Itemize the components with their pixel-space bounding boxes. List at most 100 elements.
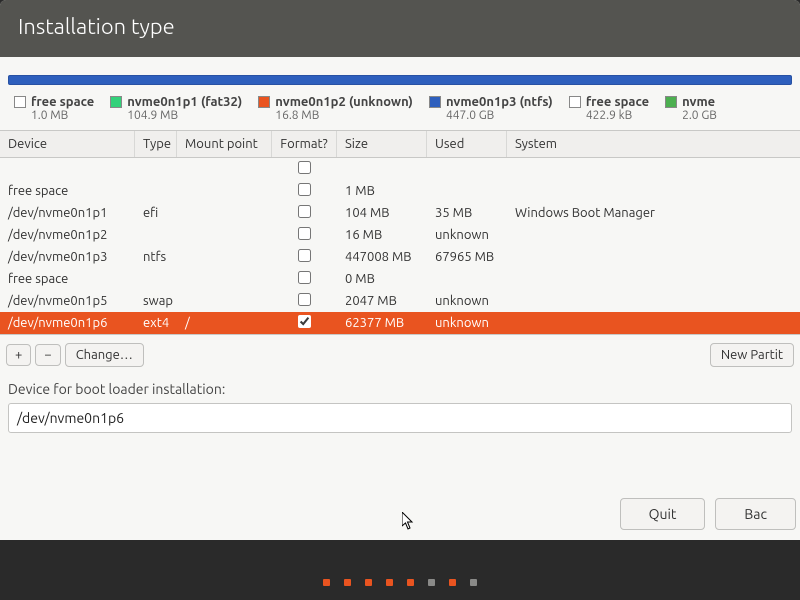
page-title: Installation type: [0, 0, 800, 57]
legend-item[interactable]: free space1.0 MB: [14, 95, 104, 122]
col-size[interactable]: Size: [337, 131, 427, 157]
legend-label: nvme: [682, 95, 715, 109]
partition-toolbar: + − Change… New Partit: [0, 335, 800, 375]
legend-item[interactable]: nvme0n1p2 (unknown)16.8 MB: [258, 95, 423, 122]
bootloader-device-combo[interactable]: /dev/nvme0n1p6: [8, 403, 792, 433]
add-partition-button[interactable]: +: [6, 344, 31, 366]
table-row[interactable]: /dev/nvme0n1p5swap2047 MBunknown: [0, 290, 800, 312]
back-button[interactable]: Bac: [715, 498, 796, 530]
table-row[interactable]: /dev/nvme0n1p216 MBunknown: [0, 224, 800, 246]
cell-device: /dev/nvme0n1p2: [0, 226, 135, 244]
table-row[interactable]: /dev/nvme0n1p1efi104 MB35 MBWindows Boot…: [0, 202, 800, 224]
legend-size: 2.0 GB: [665, 109, 717, 122]
dock-dot: [365, 579, 372, 586]
format-checkbox[interactable]: [298, 315, 311, 328]
col-mountpoint[interactable]: Mount point: [177, 131, 272, 157]
col-system[interactable]: System: [507, 131, 800, 157]
dock-dot: [470, 579, 477, 586]
cell-mount: [177, 255, 272, 259]
cell-size: 2047 MB: [337, 292, 427, 310]
cell-mount: [177, 211, 272, 215]
dock-dot: [386, 579, 393, 586]
cell-device: [0, 167, 135, 171]
cell-mount: [177, 233, 272, 237]
cell-type: [135, 233, 177, 237]
new-partition-table-button[interactable]: New Partit: [710, 343, 794, 367]
legend-item[interactable]: nvme2.0 GB: [665, 95, 727, 122]
table-row[interactable]: /dev/nvme0n1p6ext4/62377 MBunknown: [0, 312, 800, 334]
legend-swatch-icon: [665, 96, 677, 108]
cell-format: [272, 269, 337, 289]
col-used[interactable]: Used: [427, 131, 507, 157]
legend-size: 422.9 kB: [569, 109, 649, 122]
table-row[interactable]: free space0 MB: [0, 268, 800, 290]
cell-device: /dev/nvme0n1p5: [0, 292, 135, 310]
cell-format: [272, 159, 337, 179]
format-checkbox[interactable]: [298, 161, 311, 174]
legend-swatch-icon: [14, 96, 26, 108]
legend-size: 104.9 MB: [110, 109, 242, 122]
cell-device: free space: [0, 270, 135, 288]
change-partition-button[interactable]: Change…: [65, 343, 144, 367]
legend-size: 1.0 MB: [14, 109, 94, 122]
cell-used: 67965 MB: [427, 248, 507, 266]
format-checkbox[interactable]: [298, 205, 311, 218]
legend-label: nvme0n1p1 (fat32): [127, 95, 242, 109]
cell-format: [272, 203, 337, 223]
cell-system: [507, 167, 800, 171]
legend-swatch-icon: [110, 96, 122, 108]
cell-system: [507, 321, 800, 325]
cell-format: [272, 247, 337, 267]
partition-legend: free space1.0 MBnvme0n1p1 (fat32)104.9 M…: [6, 95, 794, 122]
cell-mount: [177, 299, 272, 303]
cell-mount: /: [177, 314, 272, 332]
format-checkbox[interactable]: [298, 227, 311, 240]
table-row[interactable]: free space1 MB: [0, 180, 800, 202]
format-checkbox[interactable]: [298, 249, 311, 262]
bootloader-label: Device for boot loader installation:: [0, 375, 800, 403]
wizard-footer: Quit Bac: [620, 498, 800, 530]
quit-button[interactable]: Quit: [620, 498, 706, 530]
cell-mount: [177, 189, 272, 193]
cell-system: Windows Boot Manager: [507, 204, 800, 222]
dock-indicators: [0, 579, 800, 586]
col-device[interactable]: Device: [0, 131, 135, 157]
format-checkbox[interactable]: [298, 293, 311, 306]
cell-type: ntfs: [135, 248, 177, 266]
format-checkbox[interactable]: [298, 183, 311, 196]
cell-used: unknown: [427, 314, 507, 332]
dock-dot: [407, 579, 414, 586]
cell-system: [507, 299, 800, 303]
cell-system: [507, 277, 800, 281]
cell-size: 104 MB: [337, 204, 427, 222]
cell-format: [272, 225, 337, 245]
cell-used: [427, 189, 507, 193]
legend-item[interactable]: nvme0n1p1 (fat32)104.9 MB: [110, 95, 252, 122]
cell-mount: [177, 167, 272, 171]
cell-size: 62377 MB: [337, 314, 427, 332]
table-header: Device Type Mount point Format? Size Use…: [0, 131, 800, 158]
dock-dot: [428, 579, 435, 586]
cell-size: [337, 167, 427, 171]
format-checkbox[interactable]: [298, 271, 311, 284]
table-row[interactable]: /dev/nvme0n1p3ntfs447008 MB67965 MB: [0, 246, 800, 268]
legend-item[interactable]: nvme0n1p3 (ntfs)447.0 GB: [429, 95, 563, 122]
col-type[interactable]: Type: [135, 131, 177, 157]
cell-type: [135, 167, 177, 171]
remove-partition-button[interactable]: −: [35, 344, 60, 366]
partition-usage-bar[interactable]: [8, 75, 792, 85]
col-format[interactable]: Format?: [272, 131, 337, 157]
table-row[interactable]: [0, 158, 800, 180]
cell-format: [272, 313, 337, 333]
cell-used: unknown: [427, 226, 507, 244]
cell-system: [507, 255, 800, 259]
legend-label: nvme0n1p3 (ntfs): [446, 95, 553, 109]
cell-mount: [177, 277, 272, 281]
cell-format: [272, 291, 337, 311]
cell-device: free space: [0, 182, 135, 200]
cell-size: 447008 MB: [337, 248, 427, 266]
table-body: free space1 MB/dev/nvme0n1p1efi104 MB35 …: [0, 158, 800, 334]
cell-format: [272, 181, 337, 201]
legend-swatch-icon: [258, 96, 270, 108]
legend-item[interactable]: free space422.9 kB: [569, 95, 659, 122]
